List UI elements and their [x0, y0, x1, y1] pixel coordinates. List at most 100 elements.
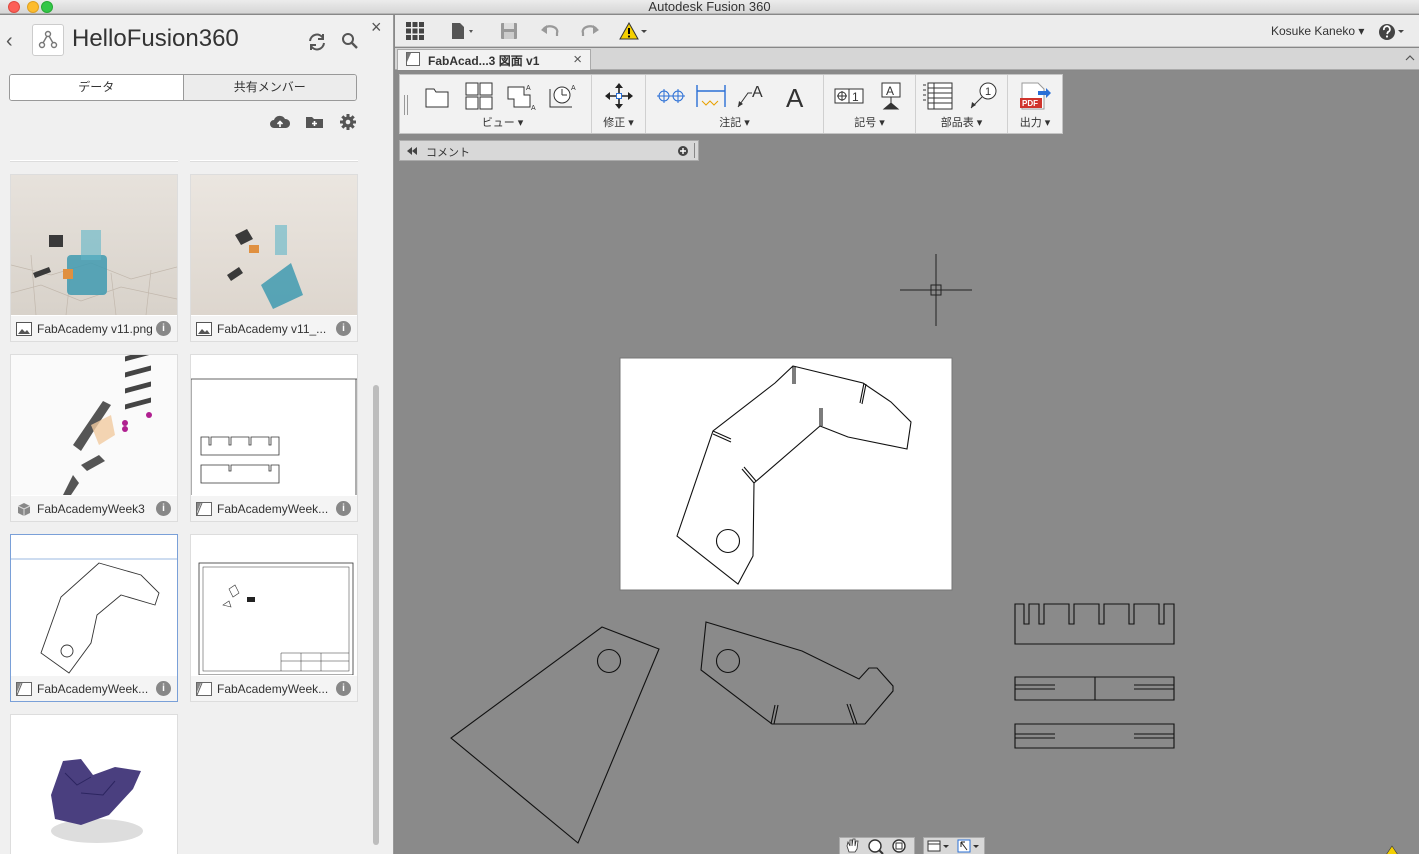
svg-text:A: A [531, 105, 536, 111]
cropped-card-edge [10, 160, 178, 162]
center-mark-icon[interactable] [654, 81, 688, 111]
info-icon[interactable]: i [336, 681, 351, 696]
zoom-icon[interactable] [867, 838, 885, 854]
cropped-card-edge [190, 160, 358, 162]
file-menu-icon[interactable] [449, 21, 479, 41]
svg-text:A: A [752, 84, 763, 101]
crosshair-cursor [900, 254, 972, 326]
base-view-icon[interactable] [420, 81, 454, 111]
panel-scrollbar[interactable] [373, 385, 379, 845]
ribbon-group-label[interactable]: 注記 ▾ [646, 114, 823, 130]
detail-view-icon[interactable]: A [546, 81, 580, 111]
ribbon-group-label[interactable]: 修正 ▾ [592, 114, 645, 130]
document-tab-label: FabAcad...3 図面 v1 [428, 53, 540, 68]
window-title: Autodesk Fusion 360 [648, 0, 771, 14]
undo-icon[interactable] [539, 21, 563, 41]
file-card[interactable] [10, 714, 178, 854]
upload-icon[interactable] [269, 112, 291, 132]
search-icon[interactable] [340, 31, 360, 51]
window-titlebar: Autodesk Fusion 360 [0, 0, 1419, 14]
file-caption: FabAcademyWeek3 i [11, 496, 177, 521]
file-thumbnail [11, 175, 177, 315]
drawing-file-icon [16, 681, 32, 696]
user-menu[interactable]: Kosuke Kaneko ▾ [1271, 24, 1364, 38]
part-outline [676, 365, 912, 585]
feature-control-frame-icon[interactable]: 1 [832, 81, 866, 111]
info-icon[interactable]: i [156, 321, 171, 336]
image-file-icon [196, 321, 212, 336]
file-card-selected[interactable]: FabAcademyWeek... i [10, 534, 178, 702]
ribbon-group-label[interactable]: 出力 ▾ [1008, 114, 1062, 130]
section-view-icon[interactable]: AA [504, 81, 538, 112]
file-thumbnail [11, 535, 177, 675]
drawing-document-icon [406, 51, 420, 69]
selection-filter-icon[interactable] [957, 838, 981, 854]
save-icon[interactable] [499, 21, 523, 41]
warning-indicator-icon[interactable] [1385, 844, 1399, 854]
comment-bar-label: コメント [426, 147, 470, 159]
new-folder-icon[interactable] [304, 112, 326, 132]
text-icon[interactable]: A [780, 81, 814, 113]
fit-icon[interactable] [891, 838, 909, 854]
drawing-geometry [450, 254, 1175, 844]
data-panel-grid-icon[interactable] [405, 21, 429, 41]
info-icon[interactable]: i [156, 681, 171, 696]
file-card[interactable]: FabAcademyWeek... i [190, 354, 358, 522]
parts-list-icon[interactable] [922, 81, 956, 111]
svg-text:1: 1 [852, 90, 859, 104]
ribbon-group-label[interactable]: ビュー ▾ [414, 114, 591, 130]
gear-icon[interactable] [338, 112, 360, 132]
svg-text:A: A [786, 83, 804, 111]
leader-text-icon[interactable]: A [734, 81, 768, 111]
info-icon[interactable]: i [336, 321, 351, 336]
file-caption: FabAcademyWeek... i [11, 676, 177, 701]
refresh-icon[interactable] [306, 31, 328, 53]
file-thumbnail [191, 175, 357, 315]
datum-identifier-icon[interactable]: A [874, 81, 908, 111]
move-icon[interactable] [602, 81, 636, 111]
ribbon-grip[interactable] [404, 95, 408, 115]
ribbon-group-label[interactable]: 部品表 ▾ [916, 114, 1007, 130]
file-card[interactable]: FabAcademyWeek3 i [10, 354, 178, 522]
close-panel-icon[interactable]: × [371, 17, 385, 37]
ribbon-group-symbols: 1 A 記号 ▾ [824, 75, 916, 133]
comb-strip [1014, 603, 1175, 749]
file-card[interactable]: FabAcademyWeek... i [190, 534, 358, 702]
add-comment-icon[interactable] [677, 145, 689, 160]
ribbon-group-label[interactable]: 記号 ▾ [824, 114, 915, 130]
comment-bar-grip[interactable] [694, 143, 696, 158]
redo-icon[interactable] [579, 21, 603, 41]
close-tab-icon[interactable]: × [573, 51, 582, 68]
file-card[interactable]: FabAcademy v11_... i [190, 174, 358, 342]
document-tab[interactable]: FabAcad...3 図面 v1 × [397, 49, 591, 70]
data-panel-header: ‹ HelloFusion360 × [0, 15, 393, 67]
file-grid: FabAcademy v11.png i FabAcademy v11_... … [0, 160, 372, 854]
tab-data[interactable]: データ [10, 75, 183, 100]
warning-icon[interactable] [619, 21, 651, 41]
tab-shared-members[interactable]: 共有メンバー [182, 75, 356, 100]
design-file-icon [16, 502, 32, 516]
file-thumbnail [191, 535, 357, 675]
drawing-canvas[interactable]: AA A ビュー ▾ 修正 ▾ A A 注記 ▾ 1 A 記号 ▾ 1 部品表 … [395, 71, 1419, 854]
svg-text:1: 1 [985, 86, 991, 98]
file-thumbnail [11, 715, 177, 854]
file-name: FabAcademy v11.png [37, 321, 153, 336]
dimension-icon[interactable] [694, 81, 728, 111]
project-title: HelloFusion360 [72, 25, 239, 52]
pdf-export-icon[interactable]: PDF [1018, 81, 1052, 111]
drawing-sheet [619, 357, 953, 591]
collapse-icon[interactable] [1405, 52, 1415, 62]
info-icon[interactable]: i [156, 501, 171, 516]
display-settings-icon[interactable] [927, 838, 951, 854]
collapse-comments-icon[interactable] [406, 145, 418, 159]
projected-view-icon[interactable] [462, 81, 496, 111]
back-icon[interactable]: ‹ [6, 29, 22, 53]
help-icon[interactable] [1377, 22, 1407, 42]
svg-text:A: A [571, 85, 576, 92]
file-name: FabAcademy v11_... [217, 321, 327, 336]
file-card[interactable]: FabAcademy v11.png i [10, 174, 178, 342]
balloon-icon[interactable]: 1 [966, 81, 1000, 111]
pan-icon[interactable] [843, 838, 861, 854]
arm-plate [700, 621, 894, 725]
info-icon[interactable]: i [336, 501, 351, 516]
